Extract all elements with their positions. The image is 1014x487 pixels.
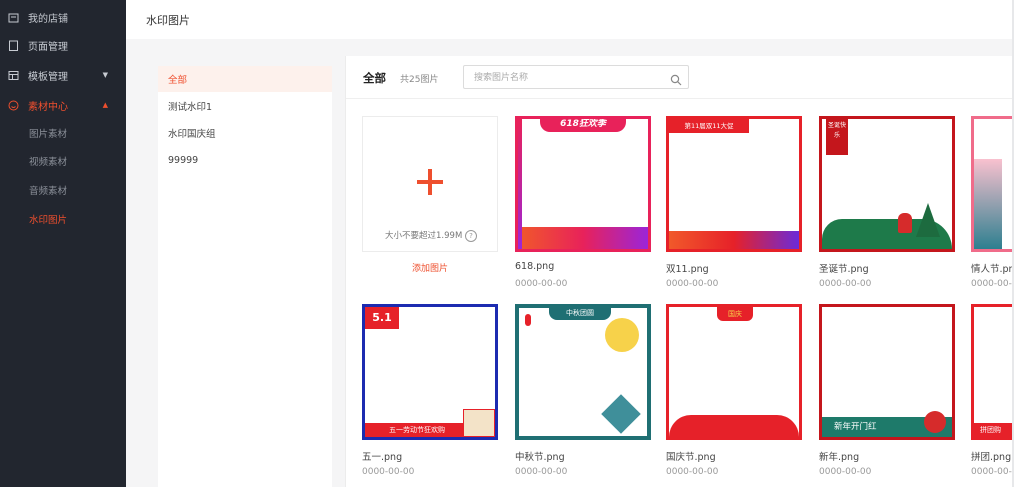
image-date: 0000-00-00 (971, 467, 1012, 477)
watermark-thumbnail[interactable]: 圣诞快乐 (819, 116, 955, 252)
watermark-thumbnail[interactable]: 国庆 (666, 304, 802, 440)
image-gallery: 全部 共25图片 大小不要超过1.99M ? 添加图片 618狂欢季 618.p… (346, 56, 1012, 487)
image-name: 新年.png (819, 452, 860, 463)
group-item-national-day[interactable]: 水印国庆组 (158, 120, 332, 146)
thumb-badge: 中秋团圆 (549, 308, 611, 320)
page-header: 水印图片 (126, 0, 1014, 40)
sidebar-subitem-video-material[interactable]: 视频素材 (0, 148, 126, 174)
group-item-test-watermark[interactable]: 测试水印1 (158, 93, 332, 119)
sidebar-item-page-management[interactable]: 页面管理 (0, 31, 126, 59)
caret-down-icon: ▼ (102, 71, 108, 79)
search-input[interactable] (472, 70, 666, 86)
sidebar-item-my-shop[interactable]: 我的店铺 (0, 3, 126, 31)
help-icon[interactable]: ? (464, 229, 477, 242)
watermark-thumbnail[interactable]: 5.1 五一劳动节狂欢购 (362, 304, 498, 440)
add-image-link[interactable]: 添加图片 (362, 261, 498, 274)
image-name: 国庆节.png (666, 452, 716, 463)
page-title: 水印图片 (146, 14, 190, 27)
image-date: 0000-00-00 (971, 279, 1012, 289)
thumb-badge: 第11届双11大促 (669, 119, 749, 133)
group-list: 全部 测试水印1 水印国庆组 99999 (158, 66, 332, 487)
thumb-badge: 国庆 (717, 307, 753, 321)
watermark-thumbnail[interactable]: 618狂欢季 (515, 116, 651, 252)
search-icon[interactable] (670, 71, 682, 86)
image-date: 0000-00-00 (666, 467, 719, 477)
sidebar-subitem-audio-material[interactable]: 音频素材 (0, 177, 126, 203)
image-name: 中秋节.png (515, 452, 565, 463)
watermark-thumbnail[interactable]: 新年开门红 (819, 304, 955, 440)
image-date: 0000-00-00 (819, 279, 872, 289)
thumb-banner: 拼团购 (974, 423, 1012, 437)
image-date: 0000-00-00 (362, 467, 415, 477)
image-name: 拼团.png (971, 452, 1012, 463)
shop-icon (8, 12, 19, 23)
main-panel: 水印图片 全部 测试水印1 水印国庆组 99999 全部 共25图片 大小不要超… (126, 0, 1014, 487)
watermark-thumbnail[interactable]: 拼团购 (971, 304, 1012, 440)
group-item-all[interactable]: 全部 (158, 66, 332, 92)
sidebar-subitem-image-material[interactable]: 图片素材 (0, 120, 126, 146)
thumb-banner: 五一劳动节狂欢购 (365, 423, 469, 437)
thumb-badge: 圣诞快乐 (826, 119, 848, 155)
upload-size-hint: 大小不要超过1.99M (385, 231, 463, 241)
sidebar: 我的店铺 页面管理 模板管理 ▼ 素材中心 ▲ 图片素材 视频素材 音频素材 水… (0, 0, 126, 487)
page-icon (8, 40, 19, 51)
image-count: 共25图片 (400, 75, 439, 85)
group-item-99999[interactable]: 99999 (158, 147, 332, 173)
sidebar-item-template-management[interactable]: 模板管理 ▼ (0, 61, 126, 89)
plus-icon (417, 169, 443, 195)
image-date: 0000-00-00 (515, 279, 568, 289)
search-box (463, 65, 689, 89)
upload-card[interactable]: 大小不要超过1.99M ? (362, 116, 498, 252)
thumb-badge: 5.1 (365, 307, 399, 329)
image-name: 双11.png (666, 264, 709, 275)
gallery-header: 全部 共25图片 (346, 56, 1012, 99)
image-date: 0000-00-00 (515, 467, 568, 477)
caret-up-icon: ▲ (102, 101, 108, 109)
image-date: 0000-00-00 (819, 467, 872, 477)
smile-icon (8, 100, 19, 111)
image-name: 618.png (515, 261, 555, 272)
image-name: 情人节.png (971, 264, 1012, 275)
image-date: 0000-00-00 (666, 279, 719, 289)
gallery-title: 全部 (363, 71, 386, 85)
sidebar-item-material-center[interactable]: 素材中心 ▲ (0, 91, 126, 119)
sidebar-subitem-watermark-images[interactable]: 水印图片 (0, 206, 126, 232)
thumb-badge: 618狂欢季 (540, 119, 626, 132)
watermark-thumbnail[interactable] (971, 116, 1012, 252)
image-name: 五一.png (362, 452, 403, 463)
template-icon (8, 70, 19, 81)
image-name: 圣诞节.png (819, 264, 869, 275)
watermark-thumbnail[interactable]: 第11届双11大促 (666, 116, 802, 252)
watermark-thumbnail[interactable]: 中秋团圆 (515, 304, 651, 440)
